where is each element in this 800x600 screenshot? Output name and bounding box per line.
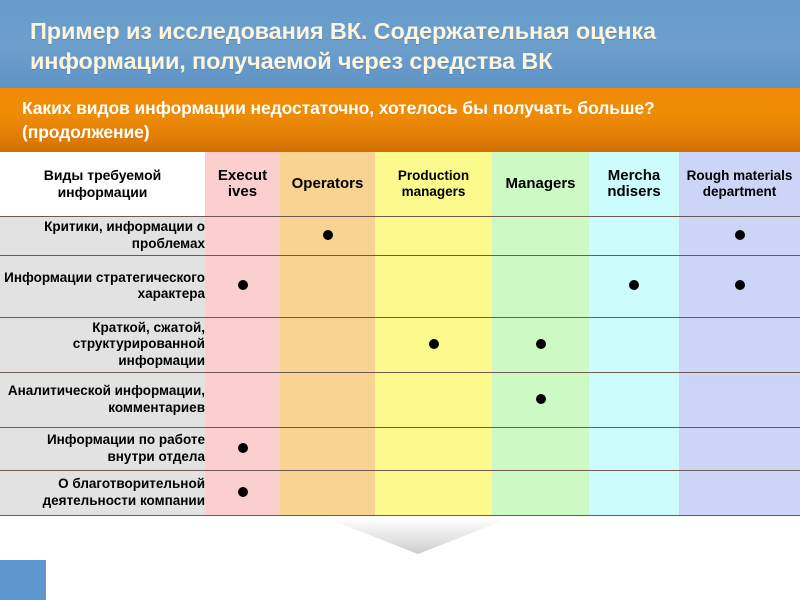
cell-managers xyxy=(492,469,589,515)
down-chevron-icon xyxy=(326,518,510,554)
column-header-executives: Execut ives xyxy=(205,152,280,216)
cell-executives xyxy=(205,215,280,255)
cell-rough-materials-department xyxy=(679,426,800,470)
cell-production-managers xyxy=(375,426,492,470)
information-needs-matrix: Виды требуемой информации Execut ives Op… xyxy=(0,152,800,516)
cell-executives xyxy=(205,254,280,317)
cell-merchandisers xyxy=(589,426,679,470)
cell-managers xyxy=(492,254,589,317)
table-row: Аналитической информации, комментариев xyxy=(0,371,800,427)
cell-managers xyxy=(492,426,589,470)
table-row: Информации по работе внутри отдела xyxy=(0,426,800,470)
table-body: Критики, информации о проблемах Информац… xyxy=(0,215,800,515)
cell-managers xyxy=(492,215,589,255)
cell-rough-materials-department xyxy=(679,316,800,372)
row-label: Информации стратегического характера xyxy=(0,254,205,317)
subtitle-question: Каких видов информации недостаточно, хот… xyxy=(22,98,655,142)
cell-production-managers xyxy=(375,316,492,372)
cell-operators xyxy=(280,215,375,255)
cell-executives xyxy=(205,316,280,372)
column-header-row-label: Виды требуемой информации xyxy=(0,152,205,216)
cell-managers xyxy=(492,316,589,372)
mark-dot-icon xyxy=(734,229,745,240)
cell-production-managers xyxy=(375,469,492,515)
table-row: О благотворительной деятельности компани… xyxy=(0,469,800,515)
mark-dot-icon xyxy=(535,338,546,349)
mark-dot-icon xyxy=(237,486,248,497)
cell-merchandisers xyxy=(589,371,679,427)
mark-dot-icon xyxy=(629,280,639,290)
cell-executives xyxy=(205,426,280,470)
subtitle-banner: Каких видов информации недостаточно, хот… xyxy=(0,88,800,152)
mark-dot-icon xyxy=(237,280,248,290)
cell-merchandisers xyxy=(589,316,679,372)
table-header-row: Виды требуемой информации Execut ives Op… xyxy=(0,152,800,216)
mark-dot-icon xyxy=(734,280,745,290)
cell-executives xyxy=(205,469,280,515)
cell-operators xyxy=(280,371,375,427)
table-row: Краткой, сжатой, структурированной инфор… xyxy=(0,316,800,372)
cell-rough-materials-department xyxy=(679,371,800,427)
table-row: Информации стратегического характера xyxy=(0,254,800,317)
cell-operators xyxy=(280,426,375,470)
cell-rough-materials-department xyxy=(679,469,800,515)
column-header-managers: Managers xyxy=(492,152,589,216)
column-header-operators: Operators xyxy=(280,152,375,216)
cell-production-managers xyxy=(375,215,492,255)
cell-merchandisers xyxy=(589,469,679,515)
table-row: Критики, информации о проблемах xyxy=(0,215,800,255)
cell-production-managers xyxy=(375,371,492,427)
mark-dot-icon xyxy=(322,229,333,240)
cell-operators xyxy=(280,469,375,515)
cell-rough-materials-department xyxy=(679,254,800,317)
row-label: Информации по работе внутри отдела xyxy=(0,426,205,470)
title-banner: Пример из исследования ВК. Содержательна… xyxy=(0,0,800,88)
cell-managers xyxy=(492,371,589,427)
mark-dot-icon xyxy=(535,393,546,404)
cell-merchandisers xyxy=(589,254,679,317)
corner-accent-block xyxy=(0,560,46,600)
row-label: О благотворительной деятельности компани… xyxy=(0,469,205,515)
row-label: Краткой, сжатой, структурированной инфор… xyxy=(0,316,205,372)
cell-production-managers xyxy=(375,254,492,317)
cell-operators xyxy=(280,316,375,372)
page-title: Пример из исследования ВК. Содержательна… xyxy=(30,18,656,74)
cell-merchandisers xyxy=(589,215,679,255)
column-header-rough-materials-department: Rough materials department xyxy=(679,152,800,216)
column-header-merchandisers: Mercha ndisers xyxy=(589,152,679,216)
cell-executives xyxy=(205,371,280,427)
mark-dot-icon xyxy=(428,338,439,349)
row-label: Критики, информации о проблемах xyxy=(0,215,205,255)
column-header-production-managers: Production managers xyxy=(375,152,492,216)
row-label: Аналитической информации, комментариев xyxy=(0,371,205,427)
mark-dot-icon xyxy=(237,442,248,453)
cell-rough-materials-department xyxy=(679,215,800,255)
cell-operators xyxy=(280,254,375,317)
